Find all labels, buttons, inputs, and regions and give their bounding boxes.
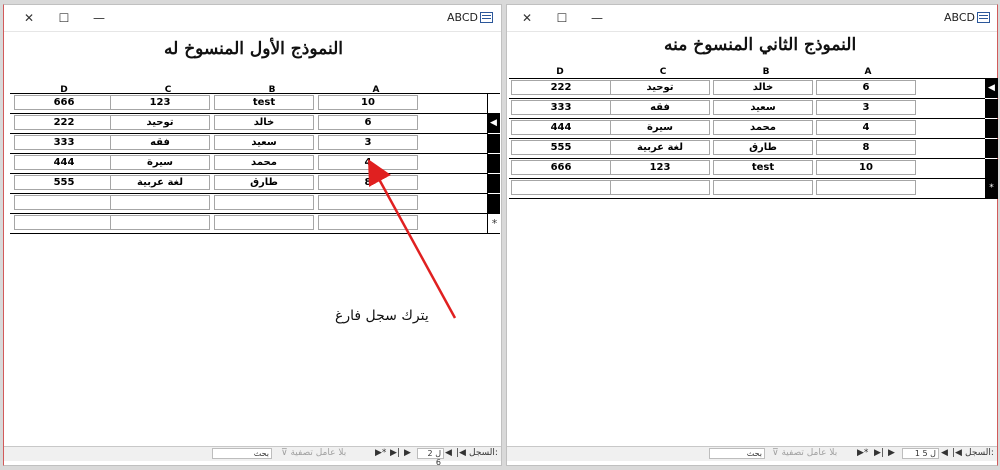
- annotation-text: يترك سجل فارغ: [335, 308, 429, 324]
- annotation-arrow: [367, 159, 457, 319]
